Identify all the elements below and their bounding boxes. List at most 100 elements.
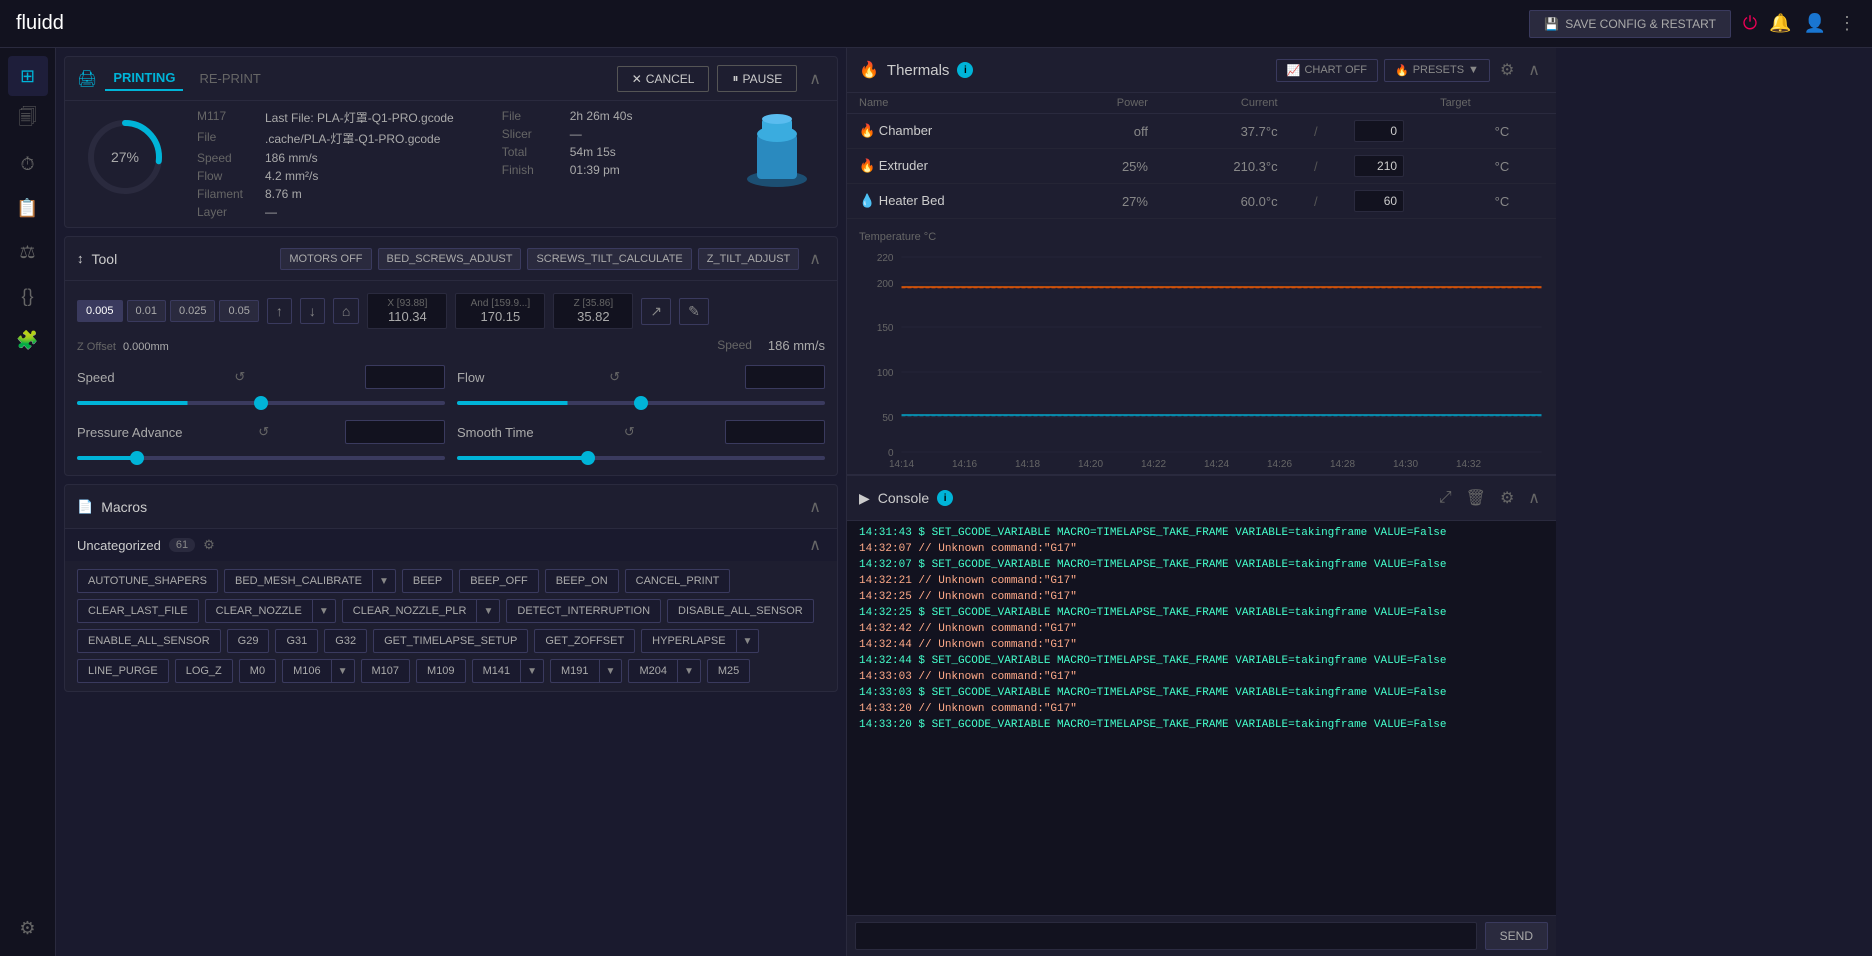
macro-btn-clear_nozzle_plr[interactable]: CLEAR_NOZZLE_PLR: [342, 599, 477, 623]
smooth-reset-btn[interactable]: ↺: [624, 424, 635, 440]
thermals-collapse[interactable]: ∧: [1524, 60, 1544, 80]
tool-extra1[interactable]: ↗: [641, 298, 671, 325]
step-0.01[interactable]: 0.01: [127, 300, 166, 322]
z-tilt-button[interactable]: Z_TILT_ADJUST: [698, 248, 800, 270]
print-card-collapse[interactable]: ∧: [805, 69, 825, 89]
sidebar-item-settings[interactable]: ⚙: [8, 908, 48, 948]
console-collapse[interactable]: ∧: [1524, 488, 1544, 508]
thermals-settings-icon[interactable]: ⚙: [1496, 56, 1518, 84]
tool-extra2[interactable]: ✎: [679, 298, 709, 325]
tab-printing[interactable]: PRINTING: [105, 66, 183, 91]
power-icon[interactable]: ⏻: [1743, 13, 1757, 34]
speed-reset-btn[interactable]: ↺: [234, 369, 245, 385]
cancel-button[interactable]: ✕ CANCEL: [617, 66, 710, 92]
macro-btn-g32[interactable]: G32: [324, 629, 367, 653]
flow-input[interactable]: 100 %: [745, 365, 825, 389]
bell-icon[interactable]: 🔔: [1769, 13, 1791, 34]
macro-arrow-m191[interactable]: ▼: [599, 659, 623, 683]
macro-btn-get_timelapse_setup[interactable]: GET_TIMELAPSE_SETUP: [373, 629, 528, 653]
macro-btn-m106[interactable]: M106: [282, 659, 331, 683]
pause-button[interactable]: ⏸ PAUSE: [717, 65, 797, 92]
macro-btn-m141[interactable]: M141: [472, 659, 521, 683]
macro-btn-line_purge[interactable]: LINE_PURGE: [77, 659, 169, 683]
macro-arrow-hyperlapse[interactable]: ▼: [736, 629, 760, 653]
tool-card-collapse[interactable]: ∧: [805, 249, 825, 269]
macro-arrow-m204[interactable]: ▼: [677, 659, 701, 683]
sensor-target-input-1[interactable]: [1354, 155, 1404, 177]
console-trash-icon[interactable]: 🗑: [1462, 484, 1490, 512]
user-icon[interactable]: 👤: [1804, 13, 1826, 34]
pa-reset-btn[interactable]: ↺: [258, 424, 269, 440]
sidebar-item-code[interactable]: {}: [8, 276, 48, 316]
macro-arrow-m106[interactable]: ▼: [331, 659, 355, 683]
macro-btn-m25[interactable]: M25: [707, 659, 750, 683]
macro-btn-clear_last_file[interactable]: CLEAR_LAST_FILE: [77, 599, 199, 623]
speed-input[interactable]: 100 %: [365, 365, 445, 389]
sidebar-item-files[interactable]: 🗐: [8, 100, 48, 140]
more-icon[interactable]: ⋮: [1838, 13, 1856, 34]
tab-reprint[interactable]: RE-PRINT: [191, 67, 268, 90]
macro-btn-cancel_print[interactable]: CANCEL_PRINT: [625, 569, 731, 593]
macro-btn-detect_interruption[interactable]: DETECT_INTERRUPTION: [506, 599, 661, 623]
chart-off-button[interactable]: 📈 CHART OFF: [1276, 59, 1378, 82]
home-button[interactable]: ⌂: [333, 298, 359, 324]
macro-btn-m0[interactable]: M0: [239, 659, 276, 683]
step-0.05[interactable]: 0.05: [219, 300, 258, 322]
console-info-icon[interactable]: i: [937, 490, 953, 506]
sidebar-item-extensions[interactable]: 🧩: [8, 320, 48, 360]
sidebar-item-jobs[interactable]: 📋: [8, 188, 48, 228]
speed-range[interactable]: [77, 401, 445, 405]
macro-btn-log_z[interactable]: LOG_Z: [175, 659, 233, 683]
category-settings-icon[interactable]: ⚙: [203, 537, 215, 553]
macro-arrow-m141[interactable]: ▼: [520, 659, 544, 683]
console-expand-icon[interactable]: ⤢: [1435, 485, 1456, 511]
screws-tilt-button[interactable]: SCREWS_TILT_CALCULATE: [527, 248, 691, 270]
sidebar-item-history[interactable]: ⏱: [8, 144, 48, 184]
sensor-target-input-0[interactable]: [1354, 120, 1404, 142]
flow-reset-btn[interactable]: ↺: [609, 369, 620, 385]
presets-button[interactable]: 🔥 PRESETS ▼: [1384, 59, 1490, 82]
sidebar-item-tune[interactable]: ⚖: [8, 232, 48, 272]
tool-header-buttons: MOTORS OFF BED_SCREWS_ADJUST SCREWS_TILT…: [280, 248, 825, 270]
console-settings-icon[interactable]: ⚙: [1496, 484, 1518, 512]
motors-off-button[interactable]: MOTORS OFF: [280, 248, 371, 270]
macro-arrow-bed_mesh_calibrate[interactable]: ▼: [372, 569, 396, 593]
smooth-input[interactable]: 0.03 s: [725, 420, 825, 444]
thermals-info-icon[interactable]: i: [957, 62, 973, 78]
smooth-range[interactable]: [457, 456, 825, 460]
macro-btn-disable_all_sensor[interactable]: DISABLE_ALL_SENSOR: [667, 599, 814, 623]
sidebar-item-dashboard[interactable]: ⊞: [8, 56, 48, 96]
console-input[interactable]: [855, 922, 1477, 950]
macro-arrow-clear_nozzle_plr[interactable]: ▼: [476, 599, 500, 623]
macro-btn-beep[interactable]: BEEP: [402, 569, 453, 593]
macro-btn-m191[interactable]: M191: [550, 659, 599, 683]
macro-btn-beep_on[interactable]: BEEP_ON: [545, 569, 619, 593]
move-up-button[interactable]: ↑: [267, 298, 292, 324]
macro-arrow-clear_nozzle[interactable]: ▼: [312, 599, 336, 623]
flow-range[interactable]: [457, 401, 825, 405]
save-config-button[interactable]: 💾 SAVE CONFIG & RESTART: [1529, 10, 1731, 38]
macro-btn-m107[interactable]: M107: [361, 659, 411, 683]
move-down-button[interactable]: ↓: [300, 298, 325, 324]
macro-btn-enable_all_sensor[interactable]: ENABLE_ALL_SENSOR: [77, 629, 221, 653]
macro-btn-hyperlapse[interactable]: HYPERLAPSE: [641, 629, 735, 653]
pa-range[interactable]: [77, 456, 445, 460]
step-0.005[interactable]: 0.005: [77, 300, 123, 322]
macros-collapse[interactable]: ∧: [805, 497, 825, 517]
macro-btn-autotune_shapers[interactable]: AUTOTUNE_SHAPERS: [77, 569, 218, 593]
macro-btn-bed_mesh_calibrate[interactable]: BED_MESH_CALIBRATE: [224, 569, 372, 593]
sensor-target-input-2[interactable]: [1354, 190, 1404, 212]
macro-btn-m109[interactable]: M109: [416, 659, 466, 683]
macro-btn-g29[interactable]: G29: [227, 629, 270, 653]
console-line-3: 14:32:21 // Unknown command:"G17": [859, 573, 1544, 589]
macro-btn-g31[interactable]: G31: [275, 629, 318, 653]
category-collapse[interactable]: ∧: [805, 535, 825, 555]
macro-btn-clear_nozzle[interactable]: CLEAR_NOZZLE: [205, 599, 312, 623]
bed-screws-button[interactable]: BED_SCREWS_ADJUST: [378, 248, 522, 270]
step-0.025[interactable]: 0.025: [170, 300, 216, 322]
macro-btn-m204[interactable]: M204: [628, 659, 677, 683]
send-button[interactable]: SEND: [1485, 922, 1548, 950]
pa-input[interactable]: 0.042 mm/s: [345, 420, 445, 444]
macro-btn-beep_off[interactable]: BEEP_OFF: [459, 569, 538, 593]
macro-btn-get_zoffset[interactable]: GET_ZOFFSET: [534, 629, 635, 653]
